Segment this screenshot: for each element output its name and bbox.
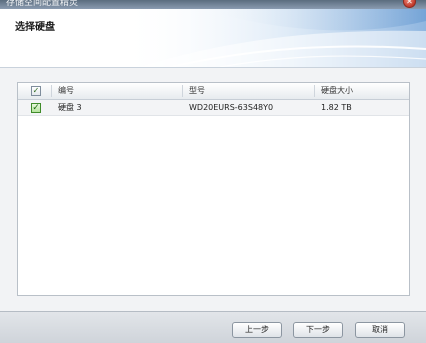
table-header: ✓ 编号 型号 硬盘大小 <box>18 83 409 100</box>
column-divider <box>314 85 315 97</box>
column-divider <box>51 85 52 97</box>
column-header-model[interactable]: 型号 <box>189 83 205 99</box>
wizard-header: 选择硬盘 <box>0 9 426 67</box>
row-checkbox[interactable]: ✓ <box>31 103 41 113</box>
disk-model-cell: WD20EURS-63S48Y0 <box>189 103 274 112</box>
window-title: 存储空间配置精灵 <box>6 0 79 8</box>
wizard-footer: 上一步 下一步 取消 <box>0 311 426 343</box>
column-header-id[interactable]: 编号 <box>58 83 74 99</box>
page-title: 选择硬盘 <box>15 22 55 33</box>
cancel-button[interactable]: 取消 <box>355 322 405 338</box>
disk-id-cell: 硬盘 3 <box>58 103 82 112</box>
column-header-size[interactable]: 硬盘大小 <box>321 83 353 99</box>
next-button[interactable]: 下一步 <box>293 322 343 338</box>
previous-button[interactable]: 上一步 <box>232 322 282 338</box>
window-titlebar: 存储空间配置精灵 ✕ <box>0 0 426 9</box>
column-divider <box>182 85 183 97</box>
disk-size-cell: 1.82 TB <box>321 103 352 112</box>
table-row[interactable]: ✓ 硬盘 3 WD20EURS-63S48Y0 1.82 TB <box>18 100 409 116</box>
select-all-checkbox[interactable]: ✓ <box>31 86 41 96</box>
disk-table: ✓ 编号 型号 硬盘大小 ✓ 硬盘 3 WD20EURS-63S48Y0 1.8… <box>17 82 410 296</box>
header-swoosh-graphic <box>120 9 426 67</box>
close-icon[interactable]: ✕ <box>403 0 416 8</box>
